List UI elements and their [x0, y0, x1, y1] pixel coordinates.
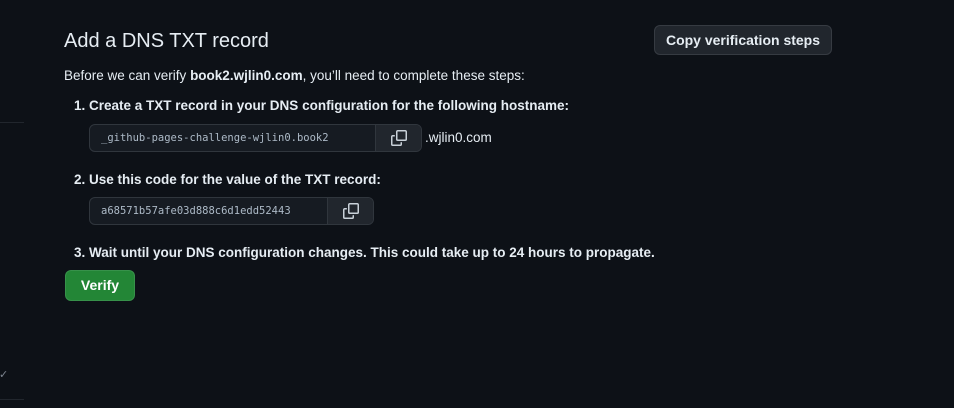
hostname-clipboard-group: _github-pages-challenge-wjlin0.book2 [89, 124, 422, 152]
verify-button[interactable]: Verify [65, 270, 135, 301]
copy-icon [342, 203, 359, 219]
dns-verification-page: ✓ Add a DNS TXT record Copy verification… [0, 0, 954, 408]
step-1-text: 1. Create a TXT record in your DNS confi… [74, 98, 570, 113]
copy-txt-value-button[interactable] [327, 198, 373, 224]
hostname-domain-suffix: .wjlin0.com [425, 130, 492, 145]
page-title: Add a DNS TXT record [64, 30, 269, 52]
hostname-field[interactable]: _github-pages-challenge-wjlin0.book2 [90, 125, 375, 151]
sidebar-divider [0, 122, 24, 123]
intro-prefix: Before we can verify [64, 68, 191, 83]
txt-value-clipboard-group: a68571b57afe03d888c6d1edd52443 [89, 197, 374, 225]
sidebar-divider [0, 399, 24, 400]
step-3-text: 3. Wait until your DNS configuration cha… [74, 245, 655, 260]
copy-verification-steps-button[interactable]: Copy verification steps [654, 25, 832, 55]
txt-value-field[interactable]: a68571b57afe03d888c6d1edd52443 [90, 198, 327, 224]
chevron-down-icon[interactable]: ✓ [0, 369, 8, 381]
intro-suffix: , you’ll need to complete these steps: [302, 68, 525, 83]
intro-domain: book2.wjlin0.com [190, 68, 303, 83]
copy-hostname-button[interactable] [375, 125, 421, 151]
intro-text: Before we can verify book2.wjlin0.com, y… [64, 67, 525, 85]
step-2-text: 2. Use this code for the value of the TX… [74, 172, 381, 187]
copy-icon [390, 130, 407, 146]
